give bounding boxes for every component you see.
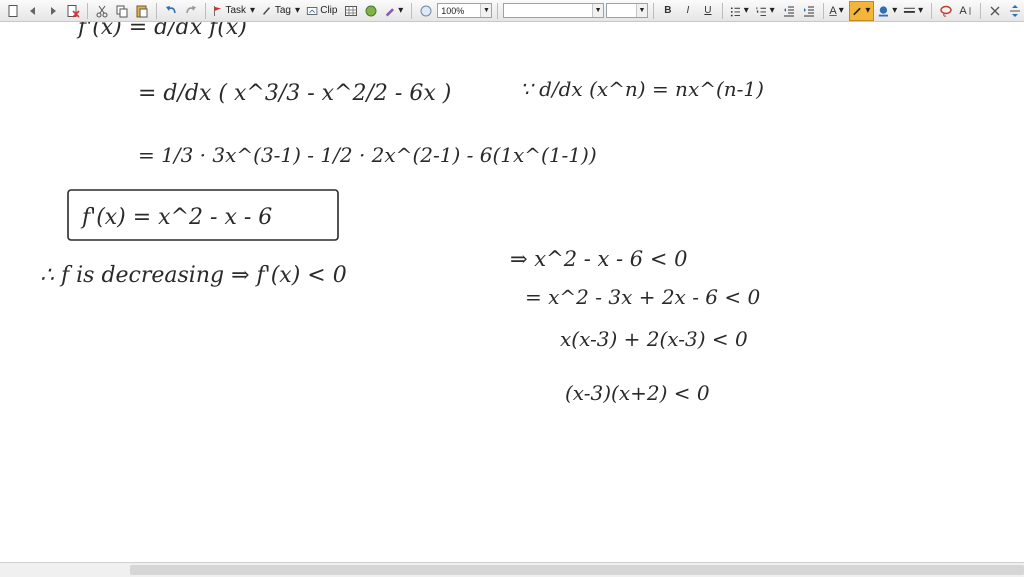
line-decreasing-condition: ∴ f is decreasing ⇒ f'(x) < 0 (40, 263, 347, 288)
delete-page-icon[interactable] (64, 2, 82, 20)
chevron-down-icon: ▼ (592, 4, 604, 17)
line-split-middle-term: = x^2 - 3x + 2x - 6 < 0 (525, 285, 761, 309)
bold-button[interactable]: B (659, 2, 677, 20)
prev-page-icon[interactable] (24, 2, 42, 20)
chevron-down-icon: ▾ (892, 5, 898, 16)
text-color-button[interactable]: A ▾ (829, 2, 847, 20)
line-factored: (x-3)(x+2) < 0 (565, 381, 710, 405)
separator (155, 2, 157, 19)
separator (980, 2, 982, 19)
new-page-icon[interactable] (4, 2, 22, 20)
bullet-list-icon[interactable]: ▾ (728, 2, 752, 20)
copy-icon[interactable] (113, 2, 131, 20)
pen-color-icon[interactable]: ▾ (876, 2, 900, 20)
screen-clip-icon (306, 6, 318, 15)
separator (87, 2, 88, 19)
chevron-down-icon: ▾ (398, 5, 404, 16)
insert-space-icon[interactable] (1006, 2, 1024, 20)
text-color-label: A (829, 4, 837, 17)
tag-label: Tag (274, 5, 291, 16)
chevron-down-icon: ▾ (918, 5, 924, 16)
separator (411, 2, 413, 19)
highlighter-icon[interactable]: ▾ (848, 0, 875, 21)
font-name-select[interactable]: ▼ (503, 3, 605, 18)
flag-icon (213, 5, 221, 16)
separator (931, 2, 933, 19)
note-canvas[interactable]: f'(x) = d/dx f(x) = d/dx ( x^3/3 - x^2/2… (0, 15, 1024, 562)
chevron-down-icon: ▾ (838, 5, 844, 16)
table-icon[interactable] (342, 2, 360, 20)
separator (204, 2, 206, 19)
cursor-icon (969, 6, 971, 15)
next-page-icon[interactable] (44, 2, 62, 20)
separator (822, 2, 824, 19)
line-width-icon[interactable]: ▾ (902, 2, 926, 20)
line-derivative-definition: f'(x) = d/dx f(x) (76, 22, 247, 40)
pen-tool-icon[interactable]: ▾ (382, 2, 406, 20)
separator (721, 2, 723, 19)
font-aa-label: A (959, 4, 967, 17)
pen-icon (263, 6, 270, 15)
chevron-down-icon: ▼ (480, 4, 492, 17)
line-derivative-result: f'(x) = x^2 - x - 6 (80, 205, 272, 230)
numbered-list-icon[interactable]: ▾ (754, 2, 778, 20)
line-power-rule: ∵ d/dx (x^n) = nx^(n-1) (520, 77, 764, 101)
zoom-icon[interactable] (417, 2, 435, 20)
lasso-select-icon[interactable] (937, 2, 955, 20)
insert-image-icon[interactable] (362, 2, 380, 20)
line-inequality: ⇒ x^2 - x - 6 < 0 (510, 247, 687, 271)
zoom-value: 100% (441, 5, 465, 16)
line-differentiation-steps: = 1/3 · 3x^(3-1) - 1/2 · 2x^(2-1) - 6(1x… (138, 143, 597, 167)
chevron-down-icon: ▼ (635, 4, 647, 17)
italic-button[interactable]: I (679, 2, 697, 20)
delete-icon[interactable] (986, 2, 1004, 20)
clip-button[interactable]: Clip (305, 2, 340, 20)
increase-indent-icon[interactable] (800, 2, 818, 20)
chevron-down-icon: ▾ (743, 5, 749, 16)
paste-icon[interactable] (133, 2, 151, 20)
zoom-select[interactable]: 100% ▼ (437, 3, 493, 18)
horizontal-scrollbar[interactable] (0, 562, 1024, 577)
chevron-down-icon: ▾ (865, 5, 871, 16)
redo-icon[interactable] (182, 2, 200, 20)
toolbar: Task ▾ Tag ▾ Clip ▾ 100% ▼ ▼ ▼ B I U ▾ ▾… (0, 0, 1024, 22)
separator (652, 2, 654, 19)
undo-icon[interactable] (162, 2, 180, 20)
line-derivative-expression: = d/dx ( x^3/3 - x^2/2 - 6x ) (138, 81, 451, 106)
chevron-down-icon: ▾ (250, 5, 256, 16)
cut-icon[interactable] (93, 2, 111, 20)
scrollbar-thumb[interactable] (130, 565, 1024, 575)
clip-label: Clip (320, 5, 338, 16)
task-label: Task (225, 5, 246, 16)
decrease-indent-icon[interactable] (780, 2, 798, 20)
tag-button[interactable]: Tag ▾ (260, 2, 303, 20)
separator (497, 2, 499, 19)
line-grouping: x(x-3) + 2(x-3) < 0 (560, 327, 748, 351)
chevron-down-icon: ▾ (769, 5, 775, 16)
font-antialias-button[interactable]: A (957, 2, 975, 20)
font-size-select[interactable]: ▼ (606, 3, 648, 18)
handwriting-layer: f'(x) = d/dx f(x) = d/dx ( x^3/3 - x^2/2… (40, 15, 764, 405)
underline-button[interactable]: U (699, 2, 717, 20)
task-button[interactable]: Task ▾ (211, 2, 258, 20)
chevron-down-icon: ▾ (294, 5, 300, 16)
